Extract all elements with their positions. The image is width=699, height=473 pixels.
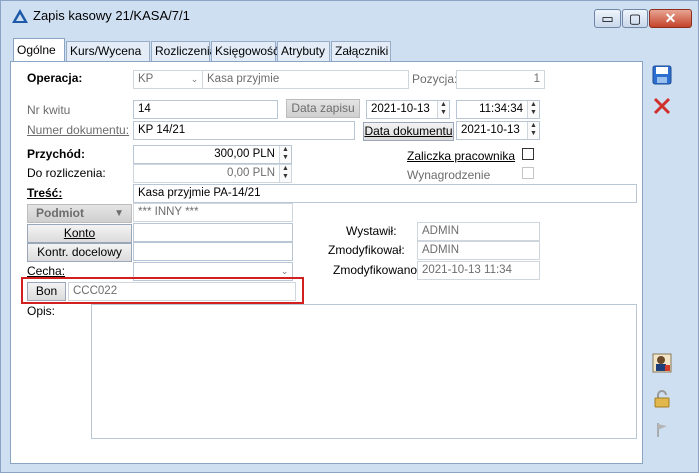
title-bar[interactable]: Zapis kasowy 21/KASA/7/1 ▭ ▢ ✕ [1, 1, 698, 31]
pozycja-field: 1 [456, 70, 545, 89]
save-button[interactable] [650, 65, 674, 89]
flag-button[interactable] [650, 420, 674, 444]
wynagrodzenie-checkbox [522, 167, 534, 179]
tab-kurs-wycena[interactable]: Kurs/Wycena [66, 41, 150, 61]
close-button[interactable]: ✕ [649, 9, 692, 28]
tab-rozliczenia[interactable]: Rozliczenia [151, 41, 216, 61]
data-dokumentu-value: 2021-10-13 [461, 124, 520, 136]
podmiot-label: Podmiot [36, 206, 84, 220]
cancel-button[interactable] [650, 96, 674, 120]
time-input[interactable]: 11:34:34 ▲ ▼ [456, 100, 540, 119]
maximize-button[interactable]: ▢ [622, 9, 648, 28]
user-operator-button[interactable] [650, 353, 674, 377]
konto-button[interactable]: Konto [27, 224, 132, 243]
tab-zalaczniki[interactable]: Załączniki [331, 41, 391, 61]
do-rozliczenia-label: Do rozliczenia: [27, 166, 106, 180]
operacja-label: Operacja: [27, 71, 83, 85]
przychod-label: Przychód: [27, 147, 86, 161]
maximize-icon: ▢ [628, 11, 642, 26]
window-title: Zapis kasowy 21/KASA/7/1 [33, 8, 190, 23]
pozycja-label: Pozycja: [412, 72, 458, 86]
opis-textarea[interactable] [91, 304, 637, 439]
operacja-name-field: Kasa przyjmie [203, 70, 409, 89]
kontr-docelowy-input[interactable] [133, 242, 293, 261]
lock-button[interactable] [650, 389, 674, 413]
cecha-label: Cecha: [27, 264, 66, 278]
tab-ogolne[interactable]: Ogólne [13, 38, 65, 62]
time-value: 11:34:34 [479, 103, 523, 115]
zmodyfikowal-field: ADMIN [417, 241, 540, 260]
user-operator-icon [652, 353, 672, 373]
wystawil-label: Wystawił: [346, 224, 397, 238]
data-zapisu-input[interactable]: 2021-10-13 ▲ ▼ [366, 100, 450, 119]
numer-dokumentu-label: Numer dokumentu: [27, 123, 130, 137]
do-rozliczenia-field: 0,00 PLN ▲ ▼ [133, 164, 292, 183]
wynagrodzenie-label: Wynagrodzenie [407, 168, 491, 182]
operacja-code-select[interactable]: KP ⌄ [133, 70, 203, 89]
zmodyfikowal-label: Zmodyfikował: [328, 243, 405, 257]
tab-atrybuty[interactable]: Atrybuty [277, 41, 330, 61]
minimize-button[interactable]: ▭ [594, 9, 621, 28]
konto-input[interactable] [133, 223, 293, 242]
dropdown-arrow-icon: ▼ [114, 208, 124, 219]
close-icon: ✕ [664, 10, 677, 26]
form-panel: Operacja: KP ⌄ Kasa przyjmie Pozycja: 1 … [10, 61, 643, 464]
numer-dokumentu-input[interactable]: KP 14/21 [133, 121, 355, 140]
app-logo-icon [12, 9, 28, 23]
data-zapisu-value: 2021-10-13 [371, 103, 430, 115]
date-spinner-icon[interactable]: ▲ ▼ [527, 122, 539, 139]
wystawil-field: ADMIN [417, 222, 540, 241]
opis-label: Opis: [27, 304, 56, 318]
nr-kwitu-label: Nr kwitu [27, 103, 71, 117]
amount-spinner-icon[interactable]: ▲ ▼ [279, 146, 291, 163]
highlight-box [21, 277, 304, 304]
tresc-input[interactable]: Kasa przyjmie PA-14/21 [133, 184, 637, 203]
tresc-label: Treść: [27, 186, 63, 200]
save-icon [652, 65, 672, 85]
przychod-input[interactable]: 300,00 PLN ▲ ▼ [133, 145, 292, 164]
zmodyfikowano-label: Zmodyfikowano: [333, 263, 421, 277]
date-spinner-icon[interactable]: ▲ ▼ [437, 101, 449, 118]
do-rozliczenia-value: 0,00 PLN [227, 167, 275, 179]
data-dokumentu-input[interactable]: 2021-10-13 ▲ ▼ [456, 121, 540, 140]
podmiot-field: *** INNY *** [133, 203, 293, 222]
lock-icon [654, 390, 670, 408]
podmiot-button[interactable]: Podmiot ▼ [27, 204, 132, 223]
minimize-icon: ▭ [601, 11, 614, 26]
tab-ksiegowosc[interactable]: Księgowość [211, 41, 279, 61]
operacja-code-value: KP [138, 73, 154, 85]
cancel-x-icon [653, 97, 671, 115]
zaliczka-pracownika-label: Zaliczka pracownika [407, 149, 516, 163]
time-spinner-icon[interactable]: ▲ ▼ [527, 101, 539, 118]
zaliczka-pracownika-checkbox[interactable] [522, 148, 534, 160]
zmodyfikowano-field: 2021-10-13 11:34 [417, 261, 540, 280]
kontr-docelowy-button[interactable]: Kontr. docelowy [27, 243, 132, 262]
amount-spinner-icon: ▲ ▼ [279, 165, 291, 182]
nr-kwitu-input[interactable]: 14 [133, 100, 278, 119]
chevron-down-icon: ⌄ [190, 74, 199, 84]
data-zapisu-button[interactable]: Data zapisu [286, 99, 360, 118]
konto-label: Konto [63, 226, 96, 240]
przychod-value: 300,00 PLN [214, 148, 275, 160]
data-dokumentu-button[interactable]: Data dokumentu [363, 122, 454, 141]
flag-icon [657, 423, 667, 437]
cash-record-window: Zapis kasowy 21/KASA/7/1 ▭ ▢ ✕ Ogólne Ku… [0, 0, 699, 473]
